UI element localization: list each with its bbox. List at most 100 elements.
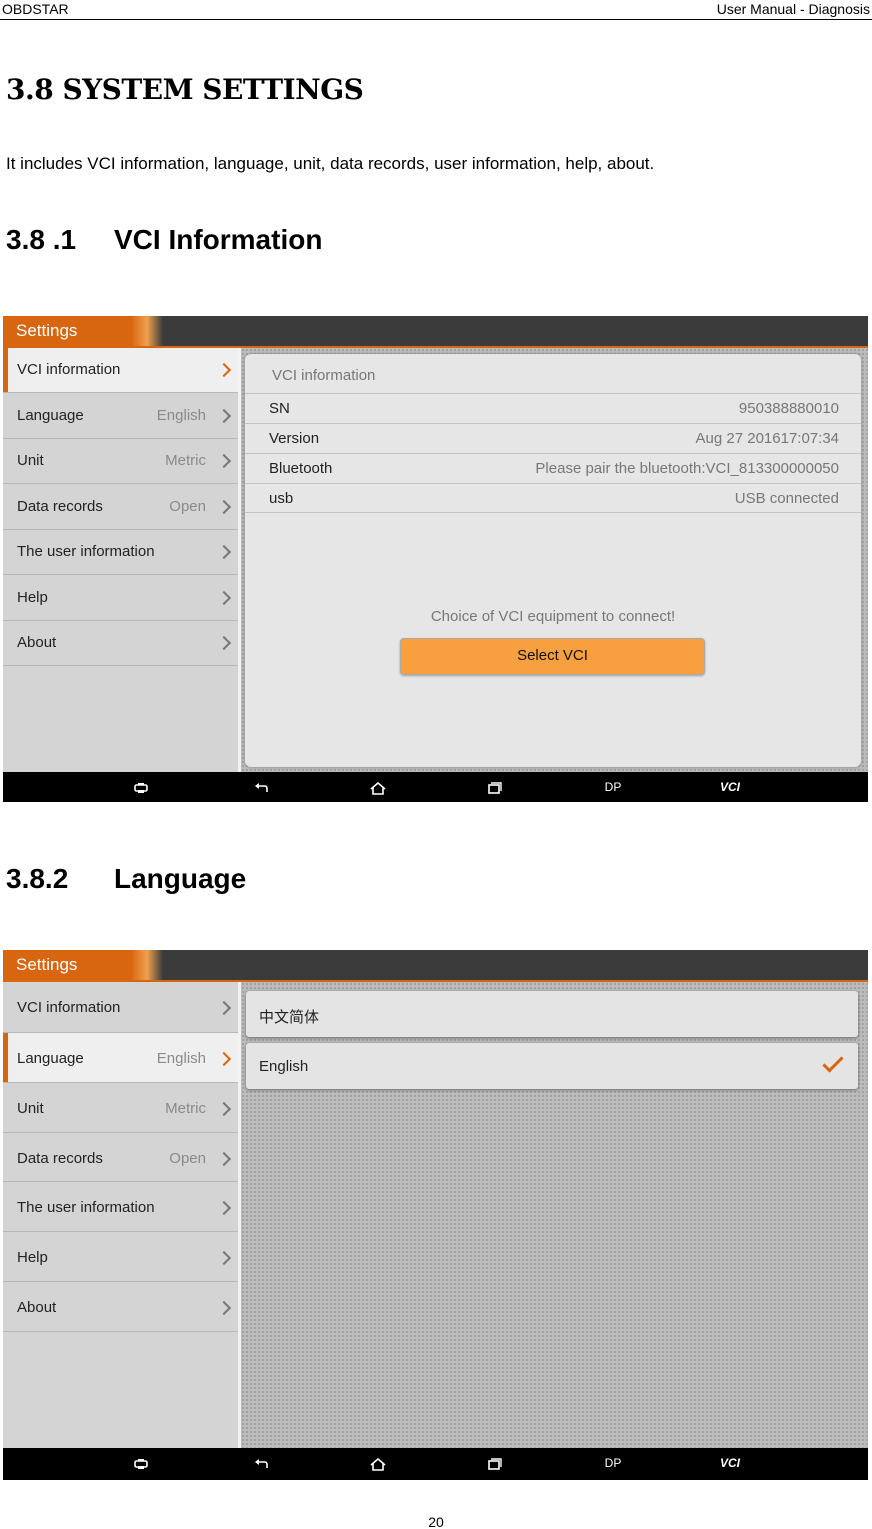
- chevron-right-icon: [216, 544, 232, 560]
- page-number: 20: [428, 1514, 444, 1529]
- page-header: OBDSTAR User Manual - Diagnosis: [0, 0, 872, 20]
- app-title: Settings: [16, 955, 78, 974]
- info-key: usb: [269, 490, 294, 507]
- menu-item-data-records[interactable]: Data records Open: [3, 1133, 238, 1182]
- screenshot-icon[interactable]: [131, 1448, 151, 1478]
- chevron-right-icon: [216, 453, 232, 469]
- chevron-right-icon: [216, 1200, 232, 1216]
- header-section: User Manual - Diagnosis: [716, 1, 870, 17]
- language-option-english[interactable]: English: [246, 1043, 858, 1089]
- menu-item-label: Help: [17, 1249, 48, 1266]
- menu-item-value: Metric: [165, 1100, 206, 1117]
- menu-item-user-information[interactable]: The user information: [3, 530, 238, 575]
- dp-button[interactable]: DP: [601, 772, 625, 802]
- home-icon[interactable]: [367, 772, 389, 802]
- section-intro: It includes VCI information, language, u…: [6, 154, 655, 173]
- chevron-right-icon: [216, 1051, 232, 1067]
- settings-menu: VCI information Language English Unit Me…: [3, 348, 238, 772]
- vci-status-icon[interactable]: VCI: [715, 1448, 745, 1478]
- menu-item-label: Data records: [17, 1150, 103, 1167]
- app-titlebar: Settings: [3, 950, 868, 980]
- info-row-bluetooth: Bluetooth Please pair the bluetooth:VCI_…: [245, 453, 861, 483]
- vci-status-icon[interactable]: VCI: [715, 772, 745, 802]
- subsection-title: Language: [114, 863, 247, 894]
- chevron-right-icon: [216, 590, 232, 606]
- info-key: Bluetooth: [269, 460, 333, 477]
- app-titlebar: Settings: [3, 316, 868, 346]
- chevron-right-icon: [216, 499, 232, 515]
- chevron-right-icon: [216, 408, 232, 424]
- menu-item-vci-information[interactable]: VCI information: [3, 982, 238, 1033]
- back-icon[interactable]: [251, 772, 271, 802]
- menu-item-label: The user information: [17, 1199, 155, 1216]
- back-icon[interactable]: [251, 1448, 271, 1478]
- chevron-right-icon: [216, 1000, 232, 1016]
- info-key: SN: [269, 400, 290, 417]
- menu-item-data-records[interactable]: Data records Open: [3, 484, 238, 530]
- language-option-label: English: [259, 1058, 309, 1075]
- subsection-title: VCI Information: [114, 224, 323, 255]
- language-screenshot: Settings VCI information Language Englis…: [3, 950, 868, 1480]
- chevron-right-icon: [216, 362, 232, 378]
- vci-info-title: VCI information: [272, 367, 376, 384]
- info-row-usb: usb USB connected: [245, 483, 861, 513]
- info-value: USB connected: [734, 490, 839, 507]
- menu-item-value: Open: [169, 498, 206, 515]
- menu-item-label: VCI information: [17, 999, 121, 1016]
- menu-item-unit[interactable]: Unit Metric: [3, 1083, 238, 1133]
- chevron-right-icon: [216, 1101, 232, 1117]
- checkmark-icon: [822, 1051, 844, 1073]
- menu-item-label: Unit: [17, 452, 44, 469]
- settings-tab[interactable]: Settings: [3, 316, 163, 346]
- dp-button[interactable]: DP: [601, 1448, 625, 1478]
- android-navbar: DP VCI: [3, 772, 868, 802]
- app-title: Settings: [16, 321, 78, 340]
- menu-item-value: English: [156, 1050, 206, 1067]
- chevron-right-icon: [216, 1300, 232, 1316]
- header-brand: OBDSTAR: [2, 1, 69, 17]
- menu-item-label: Data records: [17, 498, 103, 515]
- menu-item-label: Language: [17, 1050, 84, 1067]
- settings-menu: VCI information Language English Unit Me…: [3, 982, 238, 1448]
- menu-item-value: English: [156, 407, 206, 424]
- subsection-number: 3.8 .1: [6, 224, 77, 255]
- menu-item-language[interactable]: Language English: [3, 393, 238, 439]
- info-row-version: Version Aug 27 201617:07:34: [245, 423, 861, 453]
- menu-item-unit[interactable]: Unit Metric: [3, 439, 238, 484]
- menu-item-label: Language: [17, 407, 84, 424]
- menu-item-language[interactable]: Language English: [3, 1033, 238, 1083]
- android-navbar: DP VCI: [3, 1448, 868, 1480]
- screenshot-icon[interactable]: [131, 772, 151, 802]
- info-value: Please pair the bluetooth:VCI_8133000000…: [535, 460, 839, 477]
- info-value: 950388880010: [738, 400, 839, 417]
- menu-item-help[interactable]: Help: [3, 575, 238, 621]
- select-vci-button[interactable]: Select VCI: [400, 638, 705, 675]
- info-row-sn: SN 950388880010: [245, 393, 861, 423]
- menu-item-about[interactable]: About: [3, 621, 238, 666]
- menu-item-label: About: [17, 634, 57, 651]
- vci-information-screenshot: Settings VCI information Language Englis…: [3, 316, 868, 802]
- subsection-heading-language: 3.8.2 Language: [6, 863, 246, 895]
- chevron-right-icon: [216, 635, 232, 651]
- menu-item-about[interactable]: About: [3, 1282, 238, 1332]
- home-icon[interactable]: [367, 1448, 389, 1478]
- menu-item-help[interactable]: Help: [3, 1232, 238, 1282]
- info-value: Aug 27 201617:07:34: [695, 430, 839, 447]
- subsection-number: 3.8.2: [6, 863, 69, 894]
- recent-apps-icon[interactable]: [485, 1448, 505, 1478]
- language-option-label: 中文简体: [259, 1009, 320, 1026]
- vci-info-card: VCI information SN 950388880010 Version …: [245, 354, 861, 767]
- chevron-right-icon: [216, 1151, 232, 1167]
- menu-item-label: Help: [17, 589, 48, 606]
- menu-item-label: The user information: [17, 543, 155, 560]
- recent-apps-icon[interactable]: [485, 772, 505, 802]
- menu-item-label: Unit: [17, 1100, 44, 1117]
- menu-item-label: VCI information: [17, 361, 121, 378]
- menu-item-user-information[interactable]: The user information: [3, 1182, 238, 1232]
- language-option-chinese[interactable]: 中文简体: [246, 991, 858, 1037]
- menu-item-value: Open: [169, 1150, 206, 1167]
- subsection-heading-vci: 3.8 .1 VCI Information: [6, 224, 322, 256]
- settings-tab[interactable]: Settings: [3, 950, 163, 980]
- info-key: Version: [269, 430, 320, 447]
- menu-item-vci-information[interactable]: VCI information: [3, 348, 238, 393]
